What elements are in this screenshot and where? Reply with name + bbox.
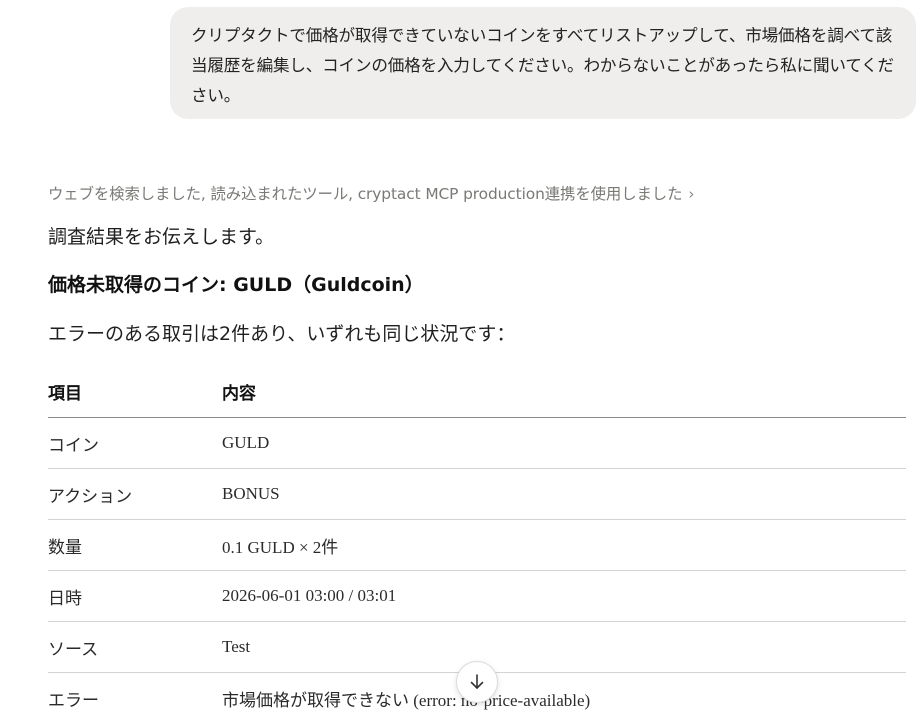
table-cell-label: 日時 xyxy=(48,571,222,622)
table-cell-label: 数量 xyxy=(48,520,222,571)
tool-usage-label: ウェブを検索しました, 読み込まれたツール, cryptact MCP prod… xyxy=(48,185,682,203)
tool-usage-toggle[interactable]: ウェブを検索しました, 読み込まれたツール, cryptact MCP prod… xyxy=(48,183,694,205)
table-header-item: 項目 xyxy=(48,366,222,418)
assistant-intro: 調査結果をお伝えします。 xyxy=(48,223,274,251)
user-message-bubble: クリプタクトで価格が取得できていないコインをすべてリストアップして、市場価格を調… xyxy=(170,7,916,119)
user-message-line: さい。 xyxy=(191,81,896,111)
table-cell-value: GULD xyxy=(222,418,906,469)
table-header-content: 内容 xyxy=(222,366,906,418)
assistant-summary: エラーのある取引は2件あり、いずれも同じ状況です： xyxy=(48,320,515,348)
table-row: コイン GULD xyxy=(48,418,906,469)
table-cell-value: 0.1 GULD × 2件 xyxy=(222,520,906,571)
table-cell-value: 2026-06-01 03:00 / 03:01 xyxy=(222,571,906,622)
table-row: 数量 0.1 GULD × 2件 xyxy=(48,520,906,571)
table-row: 日時 2026-06-01 03:00 / 03:01 xyxy=(48,571,906,622)
table-cell-value: BONUS xyxy=(222,469,906,520)
table-cell-value: Test xyxy=(222,622,906,673)
scroll-to-bottom-button[interactable] xyxy=(456,661,498,703)
table-header-row: 項目 内容 xyxy=(48,366,906,418)
section-heading: 価格未取得のコイン: GULD（Guldcoin） xyxy=(48,271,424,299)
table-cell-label: エラー xyxy=(48,673,222,723)
chat-conversation: クリプタクトで価格が取得できていないコインをすべてリストアップして、市場価格を調… xyxy=(0,0,921,721)
table-cell-label: ソース xyxy=(48,622,222,673)
table-cell-value: 市場価格が取得できない (error: no-price-available) xyxy=(222,673,906,723)
chevron-right-icon: › xyxy=(688,183,694,205)
user-message-line: 当履歴を編集し、コインの価格を入力してください。わからないことがあったら私に聞い… xyxy=(191,51,896,81)
table-row: アクション BONUS xyxy=(48,469,906,520)
table-cell-label: アクション xyxy=(48,469,222,520)
arrow-down-icon xyxy=(468,673,486,691)
user-message-line: クリプタクトで価格が取得できていないコインをすべてリストアップして、市場価格を調… xyxy=(191,21,896,51)
table-cell-label: コイン xyxy=(48,418,222,469)
